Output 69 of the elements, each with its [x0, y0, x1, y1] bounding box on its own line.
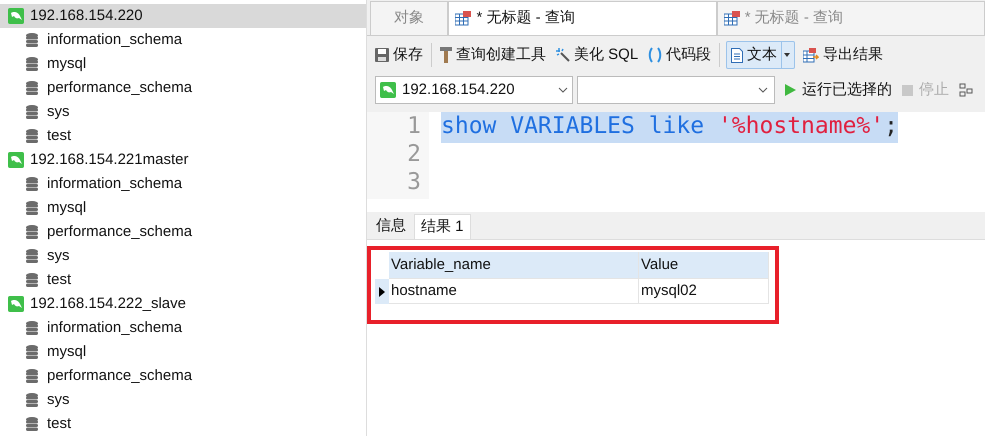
database-item[interactable]: test [0, 268, 366, 292]
connection-select[interactable]: 192.168.154.220 [375, 76, 573, 104]
toolbar-button[interactable]: 保存 [373, 41, 425, 69]
floppy-icon [375, 48, 389, 62]
database-icon [26, 201, 38, 215]
database-item[interactable]: mysql [0, 52, 366, 76]
row-pointer-icon [379, 286, 385, 296]
column-header[interactable]: Variable_name [389, 252, 639, 279]
dolphin-icon [380, 82, 396, 98]
database-icon [26, 129, 38, 143]
connection-item[interactable]: 192.168.154.220 [0, 4, 366, 28]
chevron-down-icon [558, 87, 568, 93]
result-tab[interactable]: 结果 1 [414, 214, 471, 239]
database-icon [26, 249, 38, 263]
database-item[interactable]: test [0, 124, 366, 148]
database-icon [26, 321, 38, 335]
sql-editor[interactable]: 1 show VARIABLES like '%hostname%'; 2 3 [367, 112, 985, 212]
database-item[interactable]: test [0, 412, 366, 436]
stop-icon [902, 84, 913, 96]
action-button[interactable]: 运行已选择的 [779, 78, 892, 102]
database-item[interactable]: performance_schema [0, 76, 366, 100]
database-item[interactable]: performance_schema [0, 220, 366, 244]
database-icon [26, 225, 38, 239]
database-item[interactable]: sys [0, 100, 366, 124]
database-icon [26, 273, 38, 287]
database-item[interactable]: information_schema [0, 172, 366, 196]
database-item[interactable]: information_schema [0, 316, 366, 340]
database-icon [26, 177, 38, 191]
dolphin-icon [8, 296, 24, 312]
database-icon [26, 105, 38, 119]
database-icon [26, 369, 38, 383]
database-item[interactable]: sys [0, 388, 366, 412]
database-icon [26, 33, 38, 47]
database-icon [26, 345, 38, 359]
database-select[interactable] [577, 76, 775, 104]
diagram-icon [959, 83, 973, 97]
database-icon [26, 417, 38, 431]
database-item[interactable]: mysql [0, 196, 366, 220]
database-item[interactable]: information_schema [0, 28, 366, 52]
column-header[interactable]: Value [639, 252, 769, 279]
toolbar-button[interactable]: 美化 SQL [554, 41, 640, 69]
dolphin-icon [8, 8, 24, 24]
export-icon [803, 48, 820, 62]
document-icon [731, 48, 744, 62]
result-tab[interactable]: 信息 [370, 214, 412, 239]
tab[interactable]: * 无标题 - 查询 [448, 1, 717, 35]
connection-item[interactable]: 192.168.154.222_slave [0, 292, 366, 316]
table-cell: hostname [389, 279, 639, 304]
parentheses-icon [648, 47, 662, 63]
database-item[interactable]: performance_schema [0, 364, 366, 388]
database-icon [26, 81, 38, 95]
table-icon [724, 11, 740, 26]
database-item[interactable]: mysql [0, 340, 366, 364]
hammer-icon [440, 47, 452, 63]
wand-icon [556, 48, 570, 62]
chevron-down-icon [758, 87, 768, 93]
toolbar-button[interactable]: 导出结果 [801, 41, 886, 69]
toolbar-button[interactable]: 文本 [726, 41, 796, 69]
play-icon [785, 84, 796, 96]
table-cell: mysql02 [639, 279, 769, 304]
database-icon [26, 393, 38, 407]
toolbar-button[interactable]: 代码段 [646, 41, 714, 69]
database-item[interactable]: sys [0, 244, 366, 268]
table-icon [455, 11, 472, 26]
dropdown-arrow-icon [784, 53, 790, 57]
connection-item[interactable]: 192.168.154.221master [0, 148, 366, 172]
dolphin-icon [8, 152, 24, 168]
database-icon [26, 57, 38, 71]
toolbar-button[interactable]: 查询创建工具 [438, 41, 548, 69]
